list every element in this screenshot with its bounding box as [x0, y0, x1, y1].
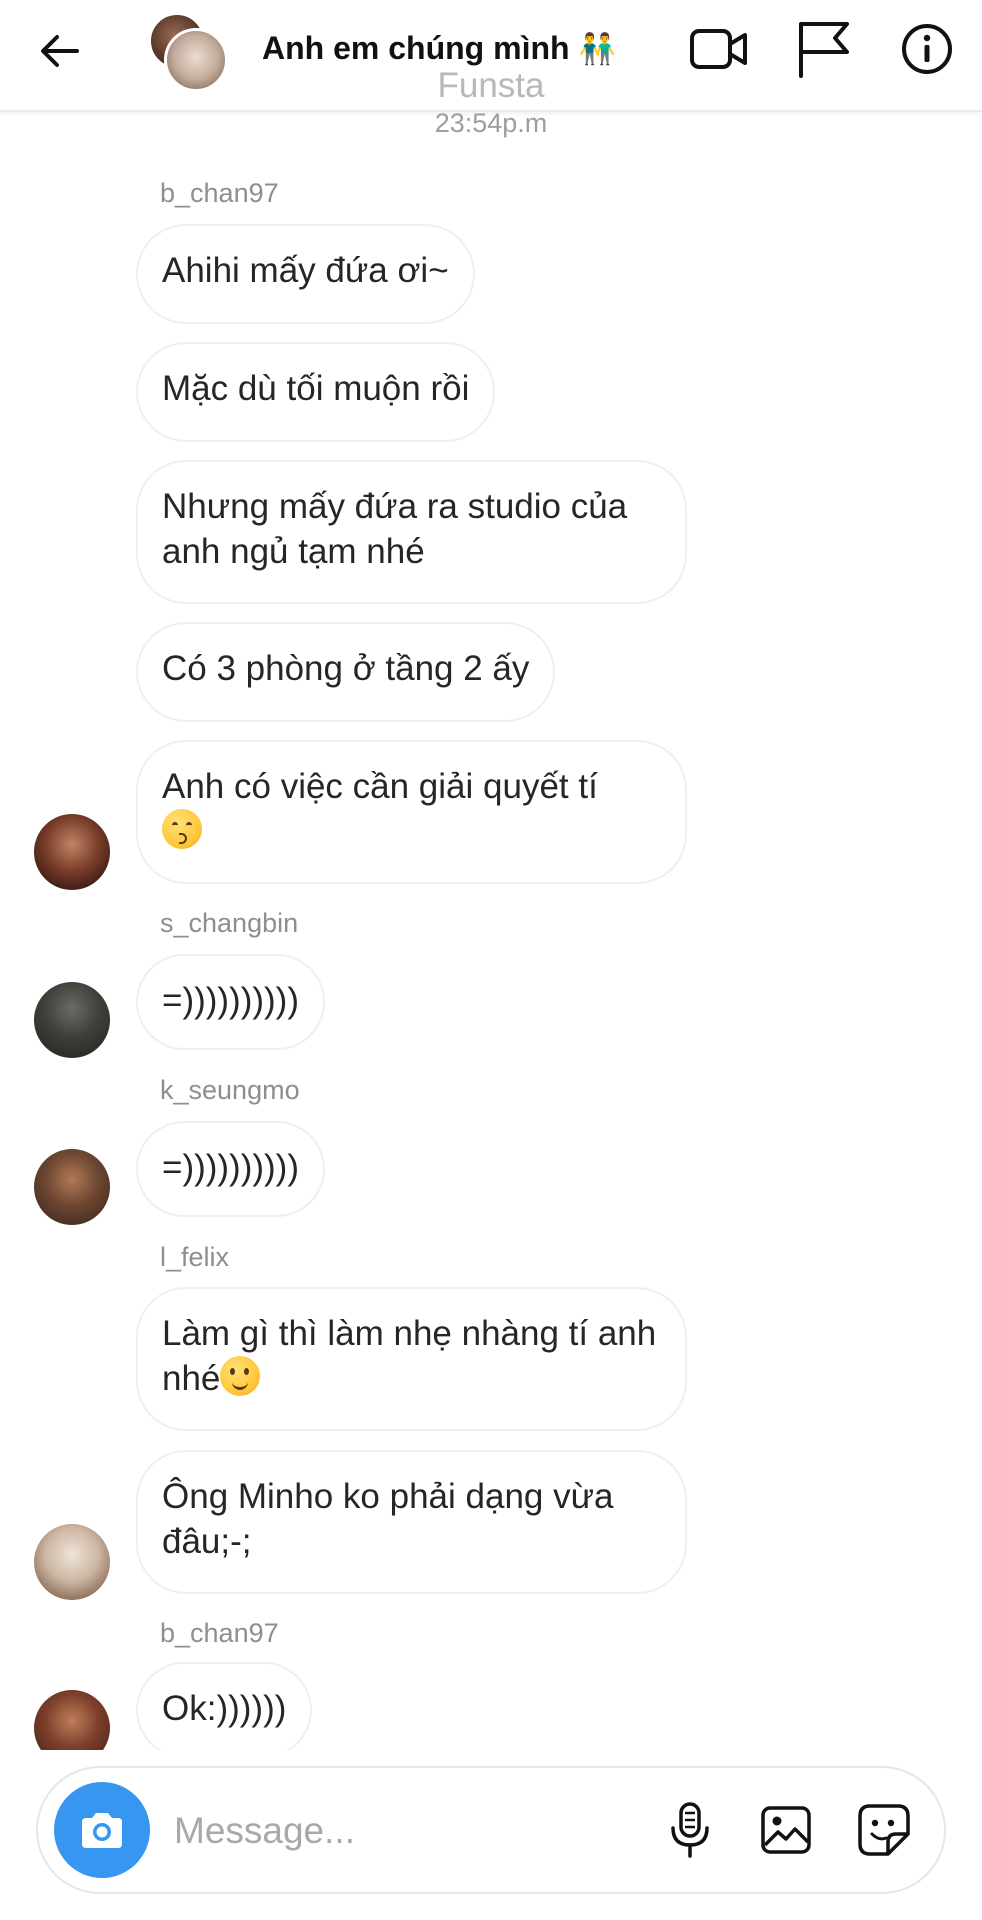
message-bubble[interactable]: Có 3 phòng ở tầng 2 ấy: [136, 622, 556, 722]
avatar[interactable]: [34, 1149, 110, 1225]
sticker-icon: [858, 1804, 910, 1856]
message-text: Ok:)))))): [162, 1689, 287, 1728]
sticker-button[interactable]: [850, 1796, 918, 1864]
sender-name: l_felix: [160, 1242, 230, 1272]
gallery-button[interactable]: [752, 1796, 820, 1864]
message-bubble[interactable]: Nhưng mấy đứa ra studio của anh ngủ tạm …: [136, 460, 687, 604]
avatar[interactable]: [34, 982, 110, 1058]
title-emoji: 👬: [578, 33, 616, 66]
message-bubble[interactable]: Ông Minho ko phải dạng vừa đâu;-;: [136, 1450, 687, 1594]
kissing-face-emoji: [162, 809, 202, 849]
chat-title-text: Anh em chúng mình: [262, 30, 570, 66]
message-bubble[interactable]: Mặc dù tối muộn rồi: [136, 342, 496, 442]
message-thread[interactable]: b_chan97 Ahihi mấy đứa ơi~ Mặc dù tối mu…: [0, 0, 982, 1750]
message-text: Anh có việc cần giải quyết tí: [162, 767, 598, 806]
gallery-icon: [761, 1806, 811, 1854]
avatar[interactable]: [34, 1690, 110, 1750]
sender-name: s_changbin: [160, 908, 299, 938]
sender-name: b_chan97: [160, 1618, 279, 1648]
message-text: Ông Minho ko phải dạng vừa đâu;-;: [162, 1477, 614, 1561]
message-text: Nhưng mấy đứa ra studio của anh ngủ tạm …: [162, 487, 628, 571]
message-text: Ahihi mấy đứa ơi~: [162, 251, 449, 290]
avatar[interactable]: [34, 1524, 110, 1600]
camera-button[interactable]: [54, 1782, 150, 1878]
microphone-icon: [671, 1802, 709, 1858]
sender-name: k_seungmo: [160, 1075, 300, 1105]
message-bubble[interactable]: =)))))))))): [136, 1121, 325, 1217]
voice-message-button[interactable]: [656, 1796, 724, 1864]
slightly-smiling-face-emoji: [220, 1356, 261, 1396]
camera-icon: [82, 1813, 122, 1848]
message-text: Có 3 phòng ở tầng 2 ấy: [162, 649, 530, 688]
message-bubble[interactable]: Anh có việc cần giải quyết tí: [136, 740, 687, 884]
message-text: Mặc dù tối muộn rồi: [162, 369, 470, 408]
timestamp: 23:54p.m: [434, 108, 548, 138]
message-text: =)))))))))): [162, 1148, 299, 1187]
message-bubble[interactable]: Ok:)))))): [136, 1662, 313, 1750]
message-input[interactable]: [172, 1802, 656, 1860]
watermark-text: Funsta: [437, 66, 545, 105]
sender-name: b_chan97: [160, 178, 279, 208]
message-composer: [36, 1766, 946, 1894]
avatar[interactable]: [34, 814, 110, 890]
message-text: =)))))))))): [162, 981, 299, 1020]
message-bubble[interactable]: =)))))))))): [136, 954, 325, 1050]
message-bubble[interactable]: Ahihi mấy đứa ơi~: [136, 224, 475, 324]
message-bubble[interactable]: Làm gì thì làm nhẹ nhàng tí anh nhé: [136, 1287, 687, 1431]
chat-title[interactable]: Anh em chúng mình 👬: [262, 30, 616, 67]
